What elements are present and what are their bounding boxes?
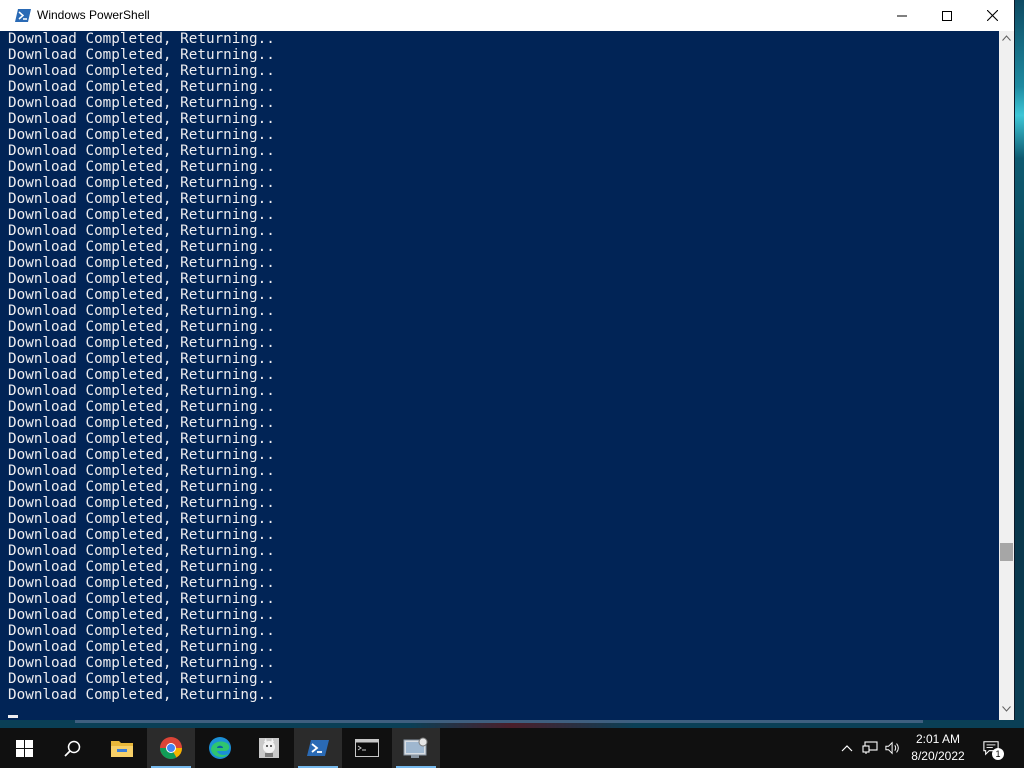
speaker-icon (885, 741, 899, 755)
console-line: Download Completed, Returning.. (8, 207, 275, 223)
console-line: Download Completed, Returning.. (8, 95, 275, 111)
maximize-button[interactable] (924, 0, 970, 31)
console-line: Download Completed, Returning.. (8, 591, 275, 607)
console-line: Download Completed, Returning.. (8, 127, 275, 143)
console-line: Download Completed, Returning.. (8, 687, 275, 703)
window-title: Windows PowerShell (37, 8, 150, 22)
console-line: Download Completed, Returning.. (8, 239, 275, 255)
start-button[interactable] (0, 728, 48, 768)
clock[interactable]: 2:01 AM 8/20/2022 (905, 730, 971, 766)
console-line: Download Completed, Returning.. (8, 431, 275, 447)
console-line: Download Completed, Returning.. (8, 271, 275, 287)
console-line: Download Completed, Returning.. (8, 623, 275, 639)
taskbar-file-explorer[interactable] (98, 728, 146, 768)
notification-count-badge: 1 (992, 748, 1004, 760)
mascot-icon (259, 738, 279, 758)
cmd-icon (355, 739, 379, 757)
text-cursor (8, 715, 18, 718)
folder-icon (111, 741, 133, 757)
edge-icon (209, 737, 231, 759)
console-line: Download Completed, Returning.. (8, 287, 275, 303)
search-button[interactable] (48, 728, 96, 768)
console-line: Download Completed, Returning.. (8, 543, 275, 559)
search-icon (63, 740, 80, 757)
console-line: Download Completed, Returning.. (8, 447, 275, 463)
taskbar-remote-app[interactable] (392, 728, 440, 768)
scroll-thumb[interactable] (1000, 543, 1013, 561)
taskbar-mascot-app[interactable] (245, 728, 293, 768)
close-button[interactable] (969, 0, 1015, 31)
close-icon (986, 10, 998, 21)
desktop-wallpaper (1014, 0, 1024, 720)
minimize-icon (897, 15, 907, 16)
horizontal-scroll-indicator (75, 720, 923, 723)
console-output[interactable]: Download Completed, Returning.. Download … (0, 31, 999, 720)
console-line: Download Completed, Returning.. (8, 143, 275, 159)
console-line: Download Completed, Returning.. (8, 79, 275, 95)
powershell-window[interactable]: Windows PowerShell Download Completed, R… (0, 0, 1015, 720)
scroll-up-icon[interactable] (1002, 35, 1011, 41)
console-line: Download Completed, Returning.. (8, 159, 275, 175)
console-line: Download Completed, Returning.. (8, 223, 275, 239)
console-line: Download Completed, Returning.. (8, 351, 275, 367)
chrome-icon (160, 737, 182, 759)
console-line: Download Completed, Returning.. (8, 415, 275, 431)
console-line: Download Completed, Returning.. (8, 575, 275, 591)
console-line: Download Completed, Returning.. (8, 399, 275, 415)
minimize-button[interactable] (879, 0, 925, 31)
console-line: Download Completed, Returning.. (8, 47, 275, 63)
windows-logo-icon (15, 739, 33, 757)
console-line: Download Completed, Returning.. (8, 319, 275, 335)
powershell-icon (307, 740, 329, 756)
console-line: Download Completed, Returning.. (8, 31, 275, 47)
volume-button[interactable] (885, 740, 901, 756)
console-line: Download Completed, Returning.. (8, 671, 275, 687)
console-line: Download Completed, Returning.. (8, 367, 275, 383)
console-line: Download Completed, Returning.. (8, 527, 275, 543)
console-line: Download Completed, Returning.. (8, 63, 275, 79)
console-line: Download Completed, Returning.. (8, 255, 275, 271)
network-button[interactable] (862, 740, 878, 756)
console-line: Download Completed, Returning.. (8, 495, 275, 511)
title-bar[interactable]: Windows PowerShell (0, 0, 1014, 31)
console-line: Download Completed, Returning.. (8, 639, 275, 655)
taskbar-command-prompt[interactable] (343, 728, 391, 768)
taskbar-chrome[interactable] (147, 728, 195, 768)
remote-desktop-icon (403, 737, 428, 758)
console-line: Download Completed, Returning.. (8, 303, 275, 319)
chevron-up-icon (841, 745, 853, 752)
console-line: Download Completed, Returning.. (8, 607, 275, 623)
console-line: Download Completed, Returning.. (8, 655, 275, 671)
clock-time: 2:01 AM (915, 732, 961, 746)
clock-date: 8/20/2022 (911, 749, 965, 763)
scroll-down-icon[interactable] (1002, 706, 1011, 712)
console-line: Download Completed, Returning.. (8, 335, 275, 351)
maximize-icon (942, 10, 952, 21)
vertical-scrollbar[interactable] (999, 31, 1014, 720)
console-line: Download Completed, Returning.. (8, 511, 275, 527)
console-lines: Download Completed, Returning.. Download … (8, 31, 275, 703)
console-line: Download Completed, Returning.. (8, 383, 275, 399)
console-line: Download Completed, Returning.. (8, 175, 275, 191)
show-hidden-icons-button[interactable] (839, 740, 855, 756)
console-line: Download Completed, Returning.. (8, 191, 275, 207)
console-line: Download Completed, Returning.. (8, 463, 275, 479)
console-line: Download Completed, Returning.. (8, 559, 275, 575)
taskbar-edge[interactable] (196, 728, 244, 768)
taskbar[interactable]: 2:01 AM 8/20/2022 1 (0, 728, 1024, 768)
taskbar-powershell[interactable] (294, 728, 342, 768)
powershell-app-icon[interactable] (15, 8, 31, 23)
console-line: Download Completed, Returning.. (8, 111, 275, 127)
console-line: Download Completed, Returning.. (8, 479, 275, 495)
network-icon (862, 741, 878, 754)
